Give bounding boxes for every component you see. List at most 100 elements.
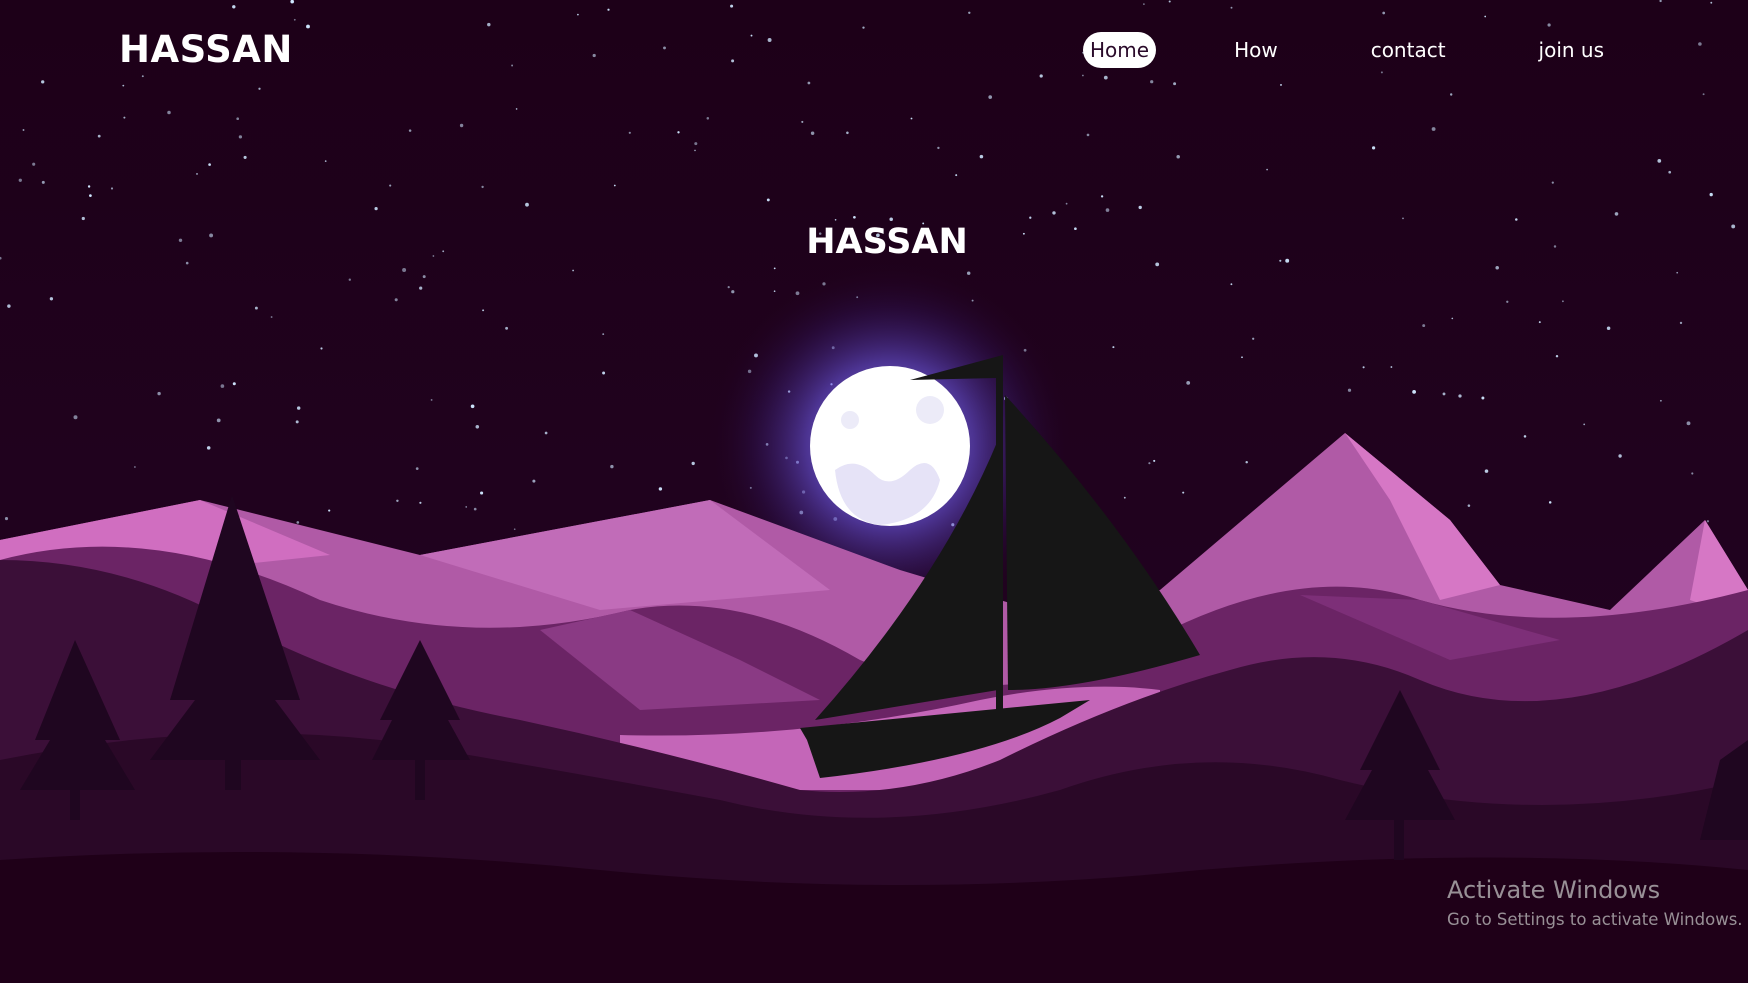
star <box>1657 159 1662 163</box>
star <box>988 95 993 99</box>
star <box>258 87 261 90</box>
star <box>22 129 25 131</box>
star <box>767 38 772 42</box>
star <box>1138 205 1142 210</box>
star <box>422 275 426 279</box>
star <box>1422 324 1426 328</box>
star <box>1691 472 1694 475</box>
star <box>1176 155 1180 159</box>
star <box>691 461 695 466</box>
star <box>1390 366 1393 368</box>
star <box>482 309 485 312</box>
star <box>123 116 126 119</box>
star <box>1659 399 1662 402</box>
star <box>834 218 837 221</box>
star <box>1230 283 1233 286</box>
star <box>1100 195 1104 198</box>
star <box>1706 520 1710 523</box>
star <box>730 4 734 8</box>
star <box>955 174 958 177</box>
nav-how[interactable]: How <box>1227 32 1285 68</box>
star <box>1103 75 1108 80</box>
star <box>49 297 54 301</box>
star <box>1495 265 1499 270</box>
star <box>73 415 78 420</box>
star <box>1484 469 1489 473</box>
star <box>1442 392 1446 396</box>
star <box>293 18 296 21</box>
star <box>1266 168 1268 171</box>
star <box>295 420 299 424</box>
star <box>473 507 477 511</box>
star <box>1153 459 1156 462</box>
star <box>1086 133 1090 137</box>
star <box>663 46 666 50</box>
star <box>408 129 412 132</box>
star <box>658 487 663 491</box>
star <box>1052 211 1056 215</box>
star <box>1252 337 1255 340</box>
nav-join-us[interactable]: join us <box>1532 32 1611 68</box>
star <box>487 22 491 27</box>
star <box>607 8 610 11</box>
star <box>801 120 804 123</box>
star <box>1280 83 1282 86</box>
star <box>694 149 696 152</box>
star <box>544 431 548 435</box>
star <box>1515 218 1518 221</box>
star <box>1618 454 1622 458</box>
star <box>766 198 770 202</box>
star <box>374 206 378 211</box>
star <box>480 491 484 495</box>
star <box>1412 390 1416 394</box>
star <box>1583 423 1586 426</box>
star <box>1506 300 1509 303</box>
star <box>910 117 913 120</box>
star <box>87 185 91 188</box>
star <box>1168 0 1171 3</box>
star <box>1245 460 1248 464</box>
star <box>1402 217 1404 220</box>
star <box>481 185 484 189</box>
star <box>731 290 735 294</box>
star <box>1555 354 1559 358</box>
star <box>41 180 45 184</box>
hero-title: HASSAN <box>806 222 968 262</box>
star <box>348 278 351 281</box>
star <box>470 404 475 409</box>
star <box>1382 11 1386 15</box>
star <box>41 80 45 84</box>
star <box>208 163 211 166</box>
star <box>505 326 509 330</box>
nav-home[interactable]: Home <box>1083 32 1157 68</box>
star <box>862 26 865 29</box>
star <box>1548 501 1552 504</box>
star <box>1182 491 1185 494</box>
star <box>1606 326 1611 330</box>
star <box>572 269 574 272</box>
star <box>525 202 529 207</box>
star <box>613 184 616 187</box>
star <box>1431 127 1436 131</box>
nav-contact[interactable]: contact <box>1364 32 1453 68</box>
star <box>1029 216 1032 219</box>
star <box>810 131 815 135</box>
site-logo[interactable]: HASSAN <box>119 28 293 71</box>
star <box>1347 388 1352 392</box>
star <box>402 268 407 272</box>
star <box>389 184 392 187</box>
star <box>1123 496 1126 499</box>
star <box>296 406 301 410</box>
star <box>459 123 464 128</box>
star <box>4 517 9 521</box>
star <box>1186 381 1191 385</box>
star <box>32 162 36 166</box>
star <box>238 135 243 139</box>
star <box>853 215 856 219</box>
star <box>1562 300 1564 303</box>
star <box>1105 208 1110 212</box>
star <box>577 13 579 16</box>
star <box>511 64 514 67</box>
star <box>937 146 940 150</box>
star <box>694 142 698 146</box>
